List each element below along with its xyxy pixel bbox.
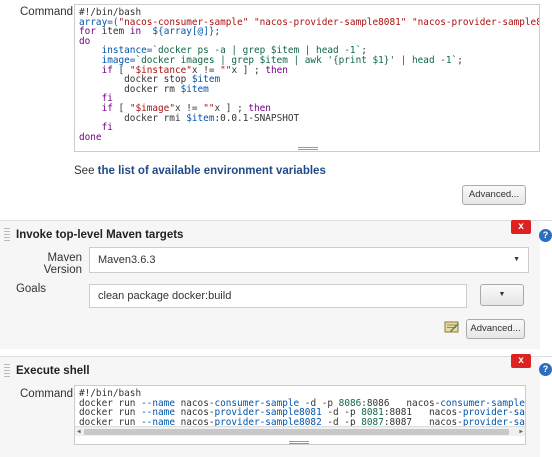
code-token: x ] ; — [231, 64, 266, 76]
code-token: :0.0.1-SNAPSHOT — [525, 398, 526, 409]
code-line: done — [79, 131, 539, 143]
code-token: :0.0.1-SNAPSHOT — [214, 112, 300, 124]
code-token: $item — [180, 83, 209, 95]
scroll-left-icon[interactable]: ◀ — [77, 427, 81, 437]
expand-goals-button[interactable]: ▼ — [480, 284, 524, 306]
drag-handle-icon[interactable] — [4, 364, 10, 379]
command-label: Command — [20, 6, 74, 18]
shell-command-code: #!/bin/bash docker run --name nacos-consu… — [79, 389, 525, 427]
notebook-icon[interactable] — [444, 321, 460, 333]
code-line: for item in ${array[@]}; — [79, 27, 539, 37]
goals-label: Goals — [15, 283, 46, 295]
shell-section-title: Execute shell — [16, 365, 90, 377]
code-token: $item — [186, 112, 215, 124]
scrollbar-thumb[interactable] — [84, 429, 509, 435]
scroll-right-icon[interactable]: ▶ — [519, 427, 523, 437]
goals-input[interactable]: clean package docker:build — [89, 284, 467, 308]
shell-command-editor[interactable]: #!/bin/bash docker run --name nacos-consu… — [74, 385, 526, 445]
env-vars-link[interactable]: the list of available environment variab… — [98, 165, 326, 177]
code-token: in — [129, 26, 142, 38]
code-token: ${array[@]} — [152, 26, 215, 38]
command-editor[interactable]: #!/bin/bash array=("nacos-consumer-sample… — [74, 4, 540, 152]
code-token: ; — [214, 26, 221, 38]
maven-version-value: Maven3.6.3 — [98, 254, 156, 266]
code-line: docker rmi $item:0.0.1-SNAPSHOT — [79, 112, 539, 124]
code-token: then — [265, 64, 288, 76]
maven-advanced-button[interactable]: Advanced... — [466, 319, 525, 339]
command-label: Command — [20, 388, 74, 400]
delete-step-button[interactable]: x — [511, 220, 531, 234]
drag-handle-icon[interactable] — [4, 228, 10, 243]
maven-version-label: Maven Version — [43, 252, 82, 276]
code-token: ; — [457, 54, 463, 66]
delete-step-button[interactable]: x — [511, 354, 531, 368]
horizontal-scrollbar[interactable]: ◀ ▶ — [75, 426, 525, 436]
chevron-down-icon: ▼ — [498, 291, 506, 298]
env-vars-help: See the list of available environment va… — [74, 165, 326, 177]
help-icon[interactable]: ? — [539, 363, 552, 376]
maven-version-select[interactable]: Maven3.6.3 ▼ — [89, 247, 529, 273]
help-prefix: See — [74, 165, 98, 177]
resize-grip[interactable] — [298, 147, 318, 150]
code-line: docker rm $item — [79, 83, 539, 95]
code-token: "" — [220, 64, 232, 76]
goals-value: clean package docker:build — [98, 290, 232, 302]
help-icon[interactable]: ? — [539, 229, 552, 242]
chevron-down-icon: ▼ — [513, 256, 520, 263]
command-code: #!/bin/bash array=("nacos-consumer-sample… — [79, 8, 539, 142]
code-token: item — [95, 26, 130, 38]
code-line: fi — [79, 123, 539, 133]
advanced-button[interactable]: Advanced... — [462, 185, 526, 205]
maven-section-title: Invoke top-level Maven targets — [16, 229, 184, 241]
code-token: done — [79, 131, 102, 143]
resize-grip[interactable] — [289, 441, 309, 444]
